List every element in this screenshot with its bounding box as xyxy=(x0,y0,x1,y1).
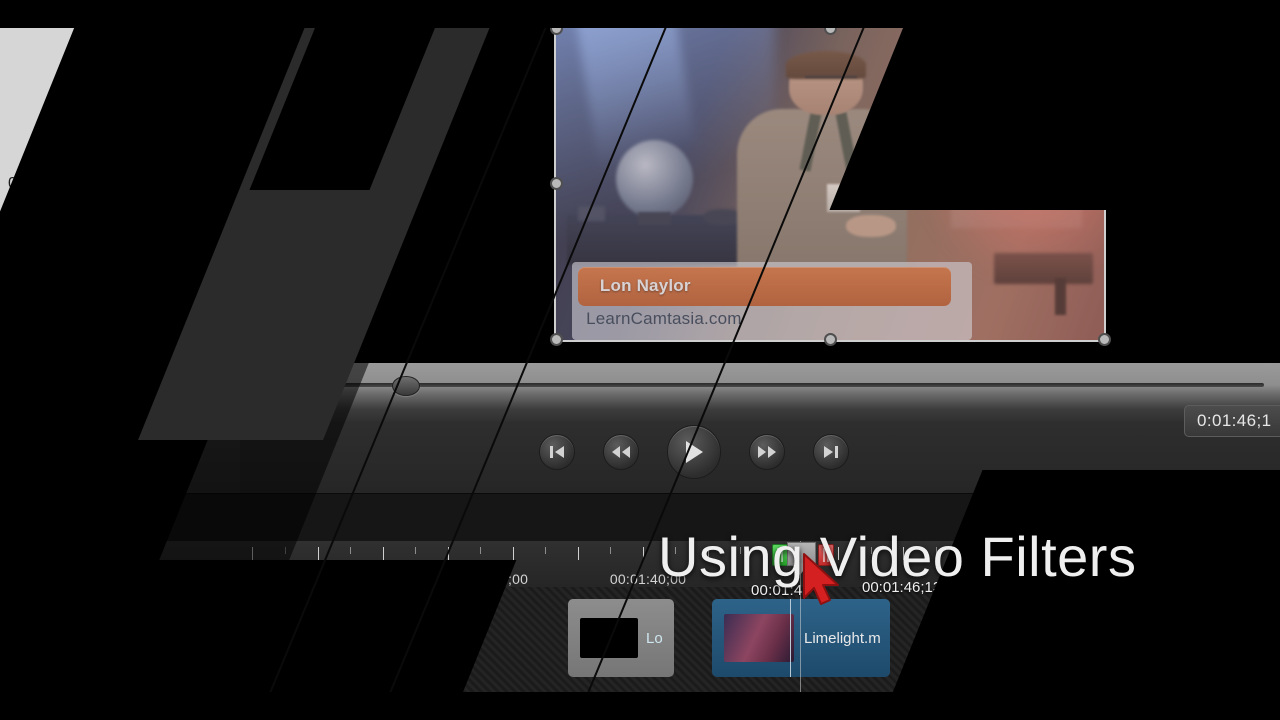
resize-handle-bottom-center[interactable] xyxy=(824,333,837,346)
scroll-up-icon[interactable]: ▲ xyxy=(194,56,212,74)
timeline-clip-callout[interactable]: Lo xyxy=(568,599,674,677)
split-tool-button[interactable] xyxy=(20,502,54,536)
resize-handle-mid-right[interactable] xyxy=(1098,177,1111,190)
resize-handle-mid-left[interactable] xyxy=(550,177,563,190)
overlay-title: Using Video Filters xyxy=(658,525,1137,588)
rewind-icon xyxy=(612,446,630,458)
scroll-down-icon[interactable]: ▼ xyxy=(194,318,212,336)
scrollbar-thumb[interactable] xyxy=(196,183,212,215)
media-bin-item[interactable]: 0:00:04;12 xyxy=(0,203,212,242)
media-bin-item-selected[interactable]: 0:00:08;02 xyxy=(0,242,157,281)
video-frame: Lon Naylor LearnCamtasia.com xyxy=(556,28,1104,340)
transport-buttons xyxy=(240,423,1280,481)
split-icon xyxy=(28,510,46,528)
resize-handle-bottom-left[interactable] xyxy=(550,333,563,346)
paste-icon xyxy=(124,510,141,527)
paste-tool-button[interactable] xyxy=(116,502,150,536)
preview-canvas[interactable]: Lon Naylor LearnCamtasia.com xyxy=(554,28,1106,342)
callout-swatch xyxy=(580,618,638,658)
camtasia-app-window: 0:00:07;09 0:00:04;12 0:00:08;02 0:00:06… xyxy=(0,28,1280,692)
current-timecode-value: 0:01:46;1 xyxy=(1197,411,1272,430)
timeline-clip-video[interactable]: Limelight.m xyxy=(712,599,890,677)
preview-canvas-wrap: Lon Naylor LearnCamtasia.com xyxy=(550,28,1111,346)
tool-transitions-label: Transitions xyxy=(20,454,98,471)
letterbox-bottom xyxy=(0,692,1280,720)
skip-to-start-button[interactable] xyxy=(539,434,575,470)
rewind-button[interactable] xyxy=(603,434,639,470)
transitions-icon xyxy=(29,386,89,430)
play-button[interactable] xyxy=(667,425,721,479)
fast-forward-icon xyxy=(758,446,776,458)
media-bin-item[interactable]: 0:00:07;09 xyxy=(0,164,212,203)
mouse-cursor-icon xyxy=(803,553,839,605)
copy-icon xyxy=(76,512,93,526)
resize-handle-bottom-right[interactable] xyxy=(1098,333,1111,346)
timeline-toolbar-button-partial[interactable] xyxy=(0,502,22,536)
fast-forward-button[interactable] xyxy=(749,434,785,470)
skip-forward-icon xyxy=(824,446,838,458)
media-duration: 0:00:08;02 xyxy=(8,253,86,270)
ruler-label: 00:01:30;00 xyxy=(279,571,357,587)
play-icon xyxy=(686,441,703,463)
media-bin-panel: 0:00:07;09 0:00:04;12 0:00:08;02 0:00:06… xyxy=(0,28,213,344)
letterbox-top xyxy=(0,0,1280,28)
more-icon xyxy=(151,386,209,432)
clip-name: Lo xyxy=(646,629,663,647)
video-preview-viewer: Lon Naylor LearnCamtasia.com xyxy=(240,28,1280,363)
copy-tool-button[interactable] xyxy=(68,502,102,536)
timeline-tracks[interactable]: Lo Limelight.m xyxy=(0,587,1280,692)
media-bin-item[interactable]: 0:00:06;02 xyxy=(0,281,212,320)
tool-transitions[interactable]: Transitions xyxy=(0,364,119,494)
clip-name: Limelight.m xyxy=(804,629,881,647)
tool-strip: Transitions More xyxy=(0,363,240,494)
tool-more[interactable]: More xyxy=(120,364,239,494)
clip-thumbnail xyxy=(724,614,794,662)
skip-back-icon xyxy=(550,446,564,458)
media-duration: 0:00:06;02 xyxy=(8,292,86,309)
screen: 0:00:07;09 0:00:04;12 0:00:08;02 0:00:06… xyxy=(0,0,1280,720)
media-bin-list[interactable]: 0:00:07;09 0:00:04;12 0:00:08;02 0:00:06… xyxy=(0,28,212,344)
media-bin-scrollbar[interactable]: ▲ ▼ xyxy=(193,28,212,344)
scrubber-handle[interactable] xyxy=(392,376,420,396)
media-duration: 0:00:07;09 xyxy=(8,175,86,192)
current-timecode-display[interactable]: 0:01:46;1 xyxy=(1184,405,1280,437)
clip-split-line xyxy=(790,599,791,677)
skip-to-end-button[interactable] xyxy=(813,434,849,470)
ruler-label: 00:01:35;00 xyxy=(451,571,529,587)
media-duration: 0:00:04;12 xyxy=(8,214,86,231)
transport-bar: 0:01:46;1 xyxy=(240,363,1280,493)
tool-more-label: More xyxy=(161,454,198,471)
